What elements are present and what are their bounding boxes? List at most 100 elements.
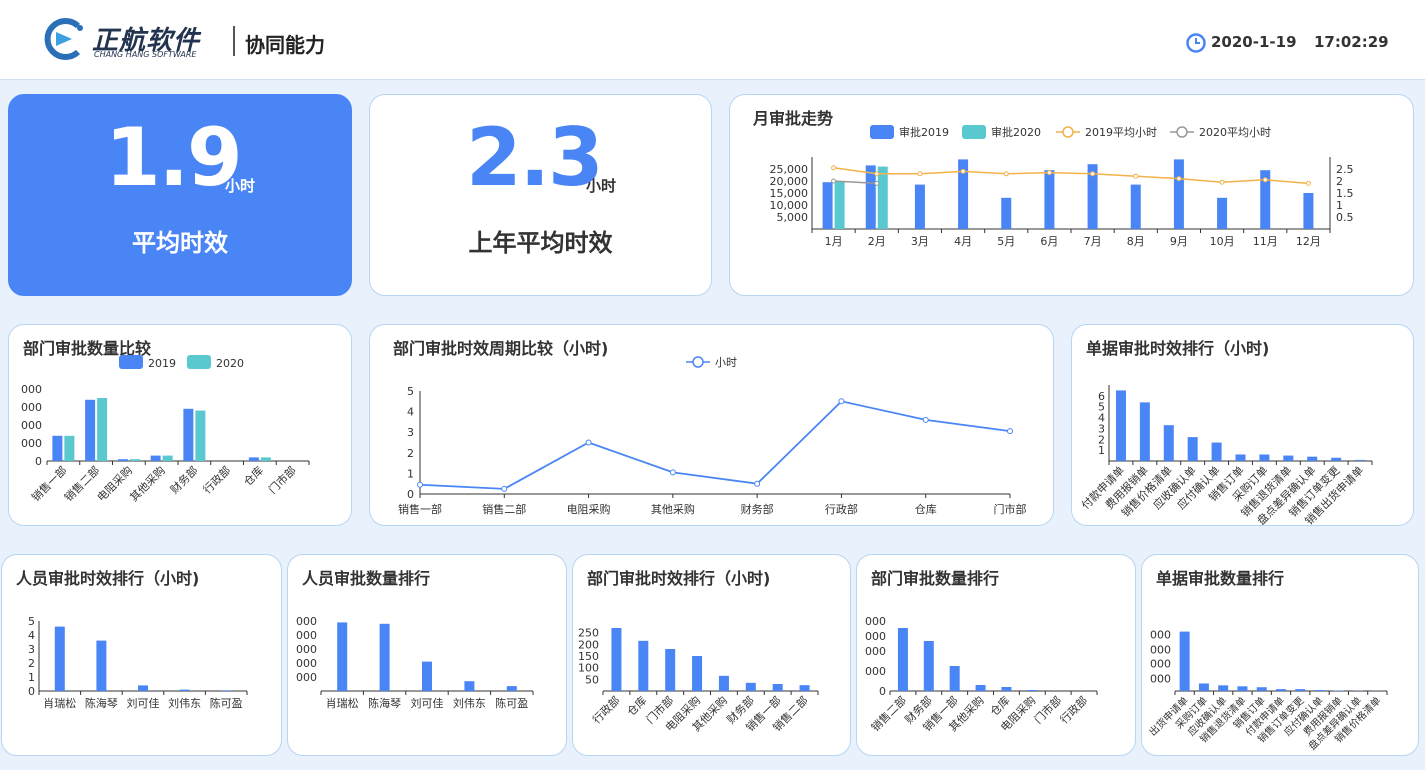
x-tick-label: 财务部 [167, 463, 200, 496]
bar [1295, 689, 1306, 691]
line-2019-avg-point [1305, 180, 1311, 186]
x-tick-label: 门市部 [1031, 693, 1064, 726]
bar-2020 [834, 181, 845, 229]
series-point [754, 480, 761, 487]
bar [1198, 683, 1209, 691]
x-tick-label: 其他采购 [127, 463, 168, 504]
y-tick-label: 2 [407, 447, 414, 460]
bar [337, 622, 348, 691]
monthly-trend-panel: 月审批走势 5,000 10,000 15,000 20,000 25,000 0.5 1 1… [729, 94, 1414, 296]
series-line [419, 400, 1011, 490]
y-tick-label: 0 [879, 685, 886, 698]
bar [1331, 457, 1342, 461]
legend-label: 2019平均小时 [1085, 126, 1157, 139]
legend-label: 审批2020 [991, 125, 1041, 139]
y-tick-label: 000 [1150, 628, 1171, 641]
kpi-avg-value: 1.9 [105, 111, 243, 204]
bar-2020 [129, 459, 140, 461]
bar [506, 686, 517, 691]
bar [422, 661, 432, 691]
bar [1314, 690, 1325, 691]
bar [54, 626, 65, 691]
y-tick-label: 5 [407, 385, 414, 398]
bar [1355, 459, 1366, 461]
kpi-card-last-year: 2.3 小时 上年平均时效 [369, 94, 712, 296]
bar-2019 [52, 435, 63, 461]
bar [1237, 686, 1248, 691]
legend-swatch [1176, 126, 1188, 138]
bar [1283, 455, 1294, 461]
bar-2019 [1303, 193, 1314, 229]
x-tick-label: 销售二部 [61, 463, 102, 504]
monthly-trend-chart: 5,00010,00015,00020,00025,000 0.511.522.5… [770, 125, 1354, 248]
legend-label: 2020平均小时 [1199, 126, 1271, 139]
x-tick-label: 行政部 [589, 693, 622, 726]
y-tick-label: 150 [578, 650, 599, 663]
bar [379, 623, 390, 691]
x-tick-label: 11月 [1253, 235, 1278, 248]
bar-2019 [117, 459, 128, 461]
x-tick-label: 门市部 [266, 463, 299, 496]
bar [1139, 402, 1150, 461]
bar-2019 [1173, 159, 1184, 229]
x-tick-label: 刘伟东 [168, 697, 201, 710]
y-tick-label: 000 [296, 629, 317, 642]
kpi-last-year-label: 上年平均时效 [468, 229, 613, 257]
title-divider [233, 26, 235, 56]
bar [1218, 685, 1229, 691]
x-tick-label: 8月 [1127, 235, 1145, 248]
legend-label: 小时 [715, 356, 737, 369]
company-logo-icon [44, 18, 83, 60]
bar [179, 689, 190, 691]
dept-count-rank-panel: 部门审批数量排行 0 000 000 000 000 销售二部 财务部 销售一部 其他采购 仓库电… [856, 554, 1136, 756]
y2-tick-label: 1 [1336, 199, 1343, 212]
bar [96, 640, 107, 691]
bar [1027, 690, 1038, 691]
y-tick-label: 100 [578, 662, 599, 675]
bar-2019 [914, 184, 925, 229]
series-point [669, 469, 676, 476]
logo-subtext: CHANG HANG SOFTWARE [94, 50, 197, 59]
x-tick-label: 5月 [997, 235, 1015, 248]
x-tick-label: 其他采购 [651, 502, 695, 516]
bar-2019 [822, 182, 833, 229]
line-2020-avg-point [831, 178, 837, 184]
dept-time-rank-chart: 50100150200250行政部 仓库门市部电阻采购其他采购财务部销售一部销售二… [578, 627, 819, 734]
x-tick-label: 仓库 [241, 463, 266, 488]
bar-2019 [183, 408, 194, 461]
dept-count-compare-panel: 部门审批数量比较 000 000 000 000 0 销售一部 销售二部 电阻采购 其他采购 财务… [8, 324, 352, 526]
bar [1256, 687, 1267, 691]
bar [975, 685, 986, 691]
kpi-card-avg: 1.9 小时 平均时效 [8, 94, 352, 296]
header-bar: 正航软件 CHANG HANG SOFTWARE 协同能力 2020-1-19 … [0, 0, 1425, 80]
kpi-last-year-value: 2.3 [466, 111, 604, 204]
bar [897, 628, 908, 691]
y-tick-label: 000 [21, 419, 42, 432]
bar-2019 [1044, 170, 1055, 229]
y2-tick-label: 2 [1336, 175, 1343, 188]
kpi-last-year-unit: 小时 [586, 177, 617, 195]
series-point [1007, 428, 1013, 435]
bar-2019 [150, 455, 161, 461]
bar-2020 [64, 435, 75, 461]
page-title: 协同能力 [245, 33, 325, 57]
bar [923, 641, 934, 691]
current-date: 2020-1-19 [1211, 33, 1297, 51]
bar-2019 [248, 457, 259, 461]
bar [611, 628, 622, 691]
x-tick-label: 行政部 [200, 463, 233, 496]
y-tick-label: 000 [865, 615, 886, 628]
bar [1259, 454, 1270, 461]
line-2019-avg-point [917, 171, 923, 177]
legend-swatch [119, 355, 143, 369]
y-tick-label: 000 [296, 671, 317, 684]
dept-count-rank-chart: 0000000000000销售二部财务部销售一部其他采购 仓库电阻采购门市部行政部 [865, 615, 1098, 734]
x-tick-label: 刘可佳 [411, 696, 444, 710]
y-tick-label: 000 [1150, 644, 1171, 657]
kpi-avg-unit: 小时 [225, 177, 256, 195]
bar [221, 690, 232, 691]
y-tick-label: 0 [407, 488, 414, 501]
person-count-rank-chart: 000000000000000肖瑞松 陈海琴 刘可佳 刘伟东 陈可盈 [296, 615, 534, 710]
y-tick-label: 50 [585, 673, 599, 686]
legend-label: 2019 [148, 357, 176, 370]
